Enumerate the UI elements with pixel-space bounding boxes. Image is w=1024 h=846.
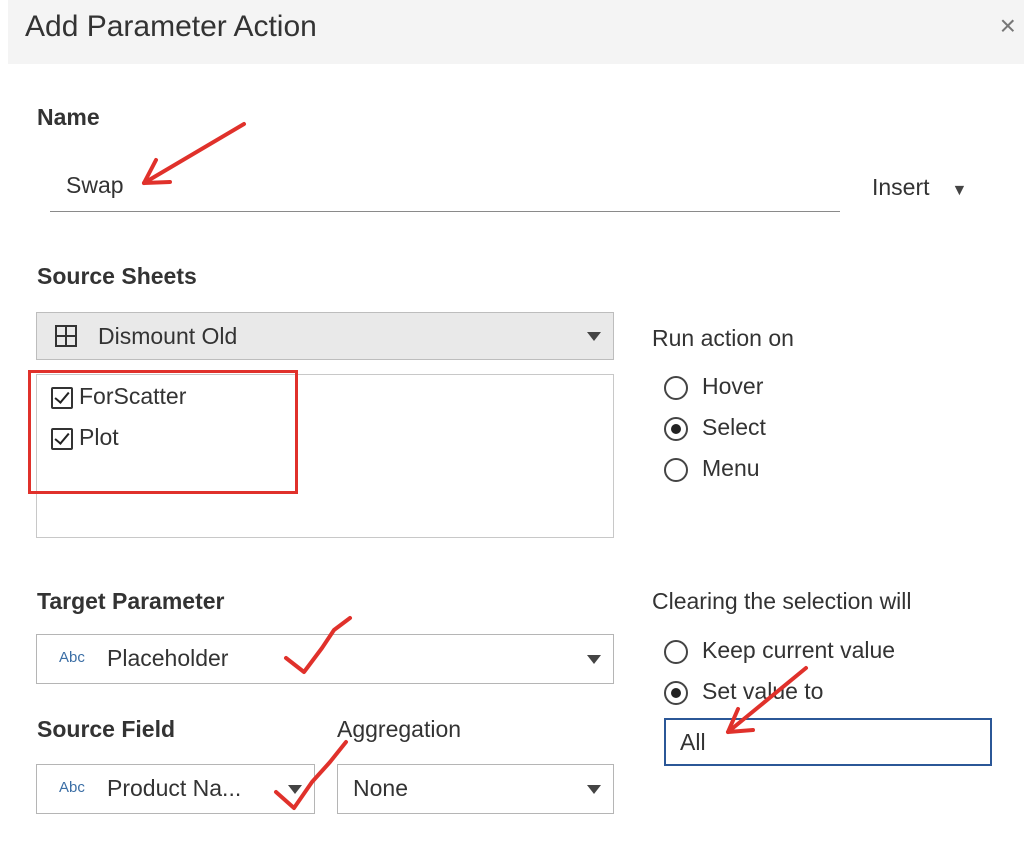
plot-checkbox[interactable] [51,427,73,450]
radio-button[interactable] [664,639,688,664]
sheet-item-plot[interactable]: Plot [51,424,119,451]
aggregation-value: None [353,775,408,801]
aggregation-dropdown[interactable]: None [337,764,614,814]
chevron-down-icon [587,332,601,341]
radio-button[interactable] [664,375,688,400]
insert-dropdown[interactable]: Insert ▼ [872,174,967,201]
chevron-down-icon [587,655,601,664]
radio-label: Keep current value [702,637,896,663]
radio-button[interactable] [664,680,688,705]
radio-hover[interactable]: Hover [664,373,763,400]
radio-label: Hover [702,373,764,399]
radio-button[interactable] [664,457,688,482]
insert-label: Insert [872,174,930,200]
forscatter-checkbox[interactable] [51,386,73,409]
radio-label: Set value to [702,678,824,704]
dialog-title-bar: Add Parameter Action × [8,0,1024,64]
dialog-title: Add Parameter Action [25,10,317,43]
clearing-selection-label: Clearing the selection will [652,588,912,614]
set-value-input[interactable] [664,718,992,766]
target-parameter-label: Target Parameter [37,588,225,614]
radio-keep-current-value[interactable]: Keep current value [664,637,895,664]
source-sheets-label: Source Sheets [37,263,197,289]
sheet-item-label: ForScatter [79,383,187,409]
radio-menu[interactable]: Menu [664,455,760,482]
target-parameter-value: Placeholder [107,645,229,671]
run-action-on-label: Run action on [652,325,794,351]
target-parameter-dropdown[interactable]: Abc Placeholder [36,634,614,684]
source-field-value: Product Na... [107,775,242,801]
radio-label: Select [702,414,766,440]
close-icon[interactable]: × [1000,12,1016,40]
radio-label: Menu [702,455,760,481]
radio-button[interactable] [664,416,688,441]
chevron-down-icon [587,785,601,794]
radio-set-value-to[interactable]: Set value to [664,678,823,705]
source-field-label: Source Field [37,716,176,742]
source-sheets-dropdown[interactable]: Dismount Old [36,312,614,360]
string-type-icon: Abc [59,649,85,666]
source-field-dropdown[interactable]: Abc Product Na... [36,764,315,814]
sheet-item-label: Plot [79,424,119,450]
name-input[interactable] [50,160,840,212]
name-label: Name [37,104,100,130]
source-sheets-list: ForScatter Plot [36,374,614,538]
dashboard-grid-icon [55,325,77,347]
chevron-down-icon: ▼ [951,182,968,199]
radio-select[interactable]: Select [664,414,766,441]
string-type-icon: Abc [59,779,85,796]
chevron-down-icon [288,785,302,794]
sheet-item-forscatter[interactable]: ForScatter [51,383,186,410]
source-sheets-selected: Dismount Old [98,323,238,349]
aggregation-label: Aggregation [337,716,462,742]
